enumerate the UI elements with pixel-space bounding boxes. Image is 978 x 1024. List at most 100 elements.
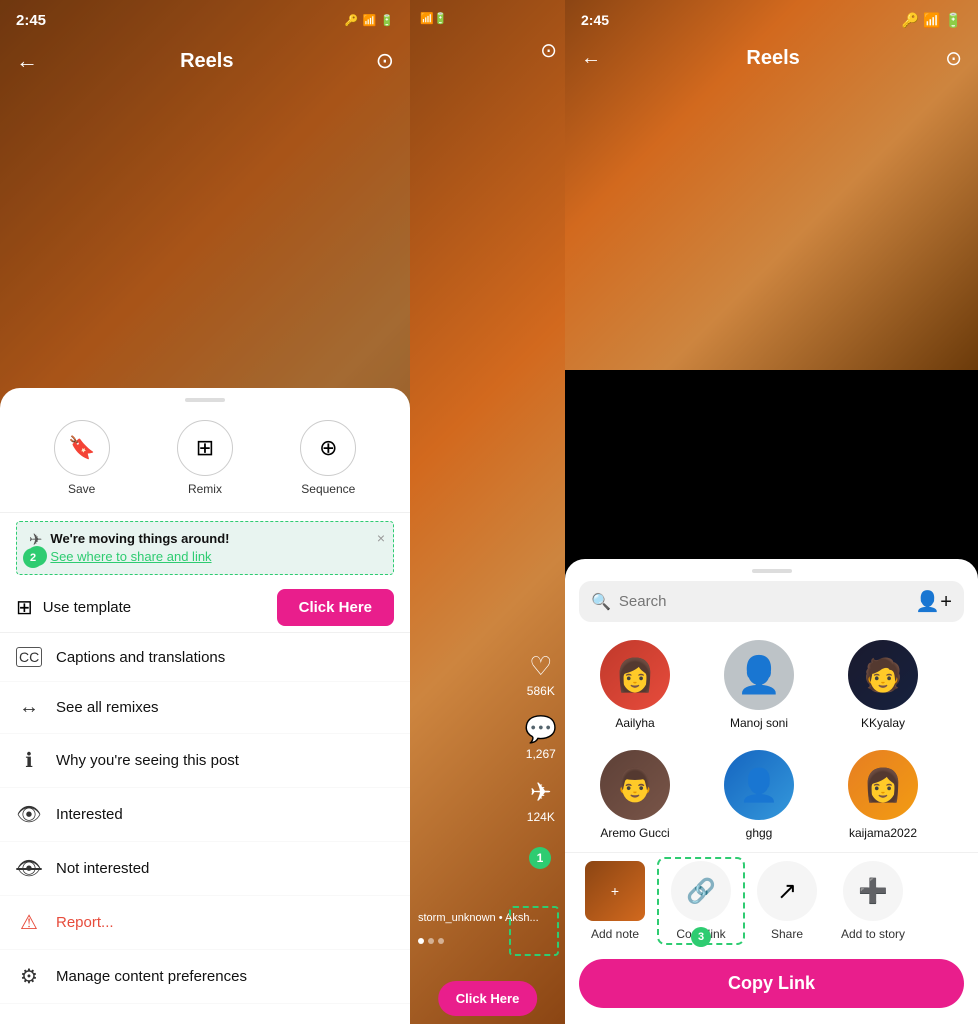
search-bar: 🔍 👤+ (579, 581, 964, 622)
moving-banner: ✈ We're moving things around! See where … (16, 521, 394, 575)
action-icons-row: 🔖 Save ⊞ Remix ⊕ Sequence (0, 410, 410, 513)
mid-right-actions: ♡ 586K 💬 1,267 ✈ 124K (525, 651, 557, 824)
avatar-manoj: 👤 (724, 640, 794, 710)
interested-label: Interested (56, 806, 123, 823)
contact-name-aailyha: Aailyha (615, 716, 654, 730)
share-action-label: Share (771, 927, 803, 941)
remix-icon-circle: ⊞ (177, 420, 233, 476)
copy-link-action[interactable]: 🔗 Copy link 3 (661, 861, 741, 941)
manage-icon: ⚙ (16, 964, 42, 989)
share-count: 124K (527, 810, 555, 824)
comment-action[interactable]: 💬 1,267 (525, 714, 557, 761)
contact-name-kaijama: kaijama2022 (849, 826, 917, 840)
left-status-bar: 2:45 🔑 📶 🔋 (0, 0, 410, 40)
avatar-kaijama: 👩 (848, 750, 918, 820)
dot-3 (438, 938, 444, 944)
sequence-icon-circle: ⊕ (300, 420, 356, 476)
captions-label: Captions and translations (56, 649, 225, 666)
search-icon: 🔍 (591, 592, 611, 612)
mid-dots (418, 938, 444, 944)
share-icon-circle: ↗ (757, 861, 817, 921)
mid-camera-icon[interactable]: ⊙ (540, 38, 557, 63)
right-share-sheet: 🔍 👤+ 👩 Aailyha 👤 Manoj soni 🧑 (565, 559, 978, 1024)
manage-content-menu-item[interactable]: ⚙ Manage content preferences (0, 950, 410, 1004)
contact-kaijama[interactable]: 👩 kaijama2022 (823, 742, 943, 848)
heart-icon: ♡ (529, 651, 552, 682)
right-back-icon[interactable]: ← (581, 47, 601, 70)
sequence-label: Sequence (301, 482, 355, 496)
manage-label: Manage content preferences (56, 968, 247, 985)
why-seeing-menu-item[interactable]: ℹ Why you're seeing this post (0, 734, 410, 788)
left-time: 2:45 (16, 12, 46, 29)
add-person-icon[interactable]: 👤+ (915, 589, 952, 614)
contact-kkyalay[interactable]: 🧑 KKyalay (823, 632, 943, 738)
use-template-row: ⊞ Use template Click Here (0, 583, 410, 633)
info-icon: ℹ (16, 748, 42, 773)
step-badge-1: 1 (529, 847, 551, 869)
contact-name-kkyalay: KKyalay (861, 716, 905, 730)
right-reels-header: ← Reels ⊙ (565, 38, 978, 79)
dot-1 (418, 938, 424, 944)
interested-icon: 👁 (16, 802, 42, 827)
left-back-icon[interactable]: ← (16, 48, 38, 74)
remixes-icon: ↔ (16, 696, 42, 719)
left-bottom-sheet: 🔖 Save ⊞ Remix ⊕ Sequence ✈ We're moving… (0, 388, 410, 1024)
search-input[interactable] (619, 593, 907, 610)
share-action-item[interactable]: ↗ Share (747, 861, 827, 941)
save-icon-circle: 🔖 (54, 420, 110, 476)
contact-name-ghgg: ghgg (746, 826, 773, 840)
right-camera-icon[interactable]: ⊙ (945, 46, 962, 71)
right-reels-title: Reels (746, 47, 799, 70)
badge-2: 2 (23, 548, 43, 568)
add-note-action[interactable]: + Add note (575, 861, 655, 941)
middle-phone-panel: 📶🔋 ♡ 586K 💬 1,267 ✈ 124K storm_unknown •… (410, 0, 565, 1024)
share-actions-row: + Add note 🔗 Copy link 3 ↗ Share ➕ Add t… (565, 852, 978, 949)
left-phone-panel: 2:45 🔑 📶 🔋 ← Reels ⊙ 🔖 Save ⊞ Remix ⊕ (0, 0, 410, 1024)
interested-menu-item[interactable]: 👁 Interested (0, 788, 410, 842)
click-here-mid-button[interactable]: Click Here (438, 981, 538, 1016)
share-action-mid[interactable]: ✈ 124K (527, 777, 555, 824)
left-camera-icon[interactable]: ⊙ (376, 48, 394, 74)
not-interested-label: Not interested (56, 860, 149, 877)
contact-name-aremo: Aremo Gucci (600, 826, 669, 840)
contact-manoj[interactable]: 👤 Manoj soni (699, 632, 819, 738)
captions-icon: CC (16, 647, 42, 667)
banner-text: We're moving things around! See where to… (50, 530, 381, 566)
like-count: 586K (527, 684, 555, 698)
why-seeing-label: Why you're seeing this post (56, 752, 239, 769)
mid-reel-bg (410, 0, 565, 1024)
banner-link[interactable]: See where to share and link (50, 549, 211, 564)
avatar-aremo: 👨 (600, 750, 670, 820)
add-note-thumb: + (585, 861, 645, 921)
save-action[interactable]: 🔖 Save (54, 420, 110, 496)
like-action[interactable]: ♡ 586K (527, 651, 555, 698)
add-note-label: Add note (591, 927, 639, 941)
comment-count: 1,267 (526, 747, 556, 761)
not-interested-icon: 👁 (16, 856, 42, 881)
add-to-story-action[interactable]: ➕ Add to story (833, 861, 913, 941)
right-phone-panel: 2:45 🔑 📶 🔋 ← Reels ⊙ 🔍 👤+ 👩 Aailyha (565, 0, 978, 1024)
left-status-icons: 🔑 📶 🔋 (345, 14, 394, 27)
dot-2 (428, 938, 434, 944)
copy-link-big-button[interactable]: Copy Link (579, 959, 964, 1008)
click-here-button[interactable]: Click Here (277, 589, 394, 626)
captions-menu-item[interactable]: CC Captions and translations (0, 633, 410, 682)
not-interested-menu-item[interactable]: 👁 Not interested (0, 842, 410, 896)
contacts-grid: 👩 Aailyha 👤 Manoj soni 🧑 KKyalay 👨 (565, 632, 978, 848)
add-story-icon-circle: ➕ (843, 861, 903, 921)
left-reels-title: Reels (180, 50, 233, 73)
banner-close-icon[interactable]: × (377, 530, 385, 546)
remix-label: Remix (188, 482, 222, 496)
sequence-action[interactable]: ⊕ Sequence (300, 420, 356, 496)
avatar-ghgg: 👤 (724, 750, 794, 820)
mid-status-bar: 📶🔋 (410, 0, 565, 36)
report-menu-item[interactable]: ⚠ Report... (0, 896, 410, 950)
comment-icon: 💬 (525, 714, 557, 745)
contact-ghgg[interactable]: 👤 ghgg (699, 742, 819, 848)
remix-action[interactable]: ⊞ Remix (177, 420, 233, 496)
template-icon: ⊞ (16, 595, 33, 620)
contact-aailyha[interactable]: 👩 Aailyha (575, 632, 695, 738)
contact-aremo[interactable]: 👨 Aremo Gucci (575, 742, 695, 848)
add-story-label: Add to story (841, 927, 905, 941)
see-remixes-menu-item[interactable]: ↔ See all remixes (0, 682, 410, 734)
